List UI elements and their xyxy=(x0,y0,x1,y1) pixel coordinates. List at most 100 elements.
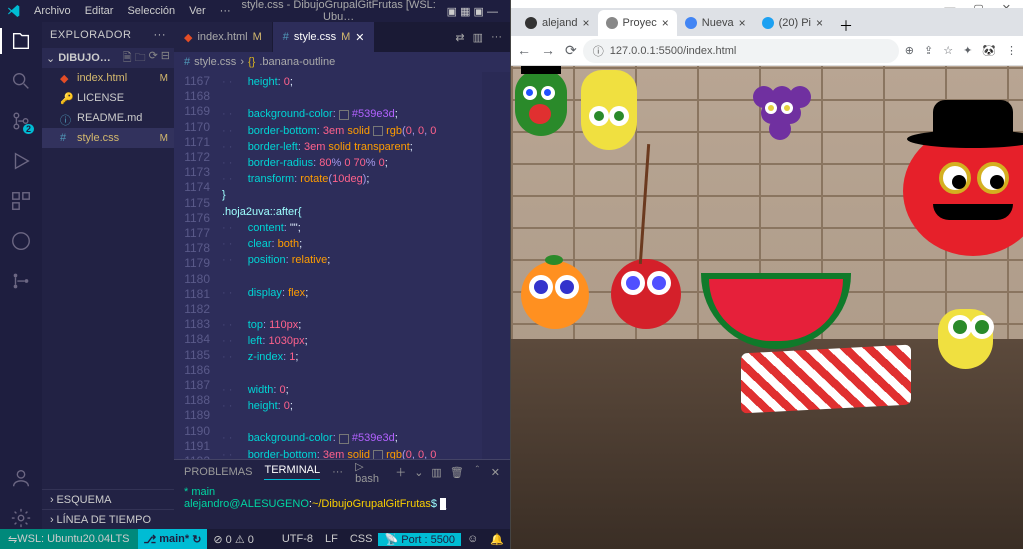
extensions-icon[interactable]: ✦ xyxy=(963,44,972,57)
split-icon[interactable]: ▥ xyxy=(473,31,483,44)
explorer-more-icon[interactable]: ··· xyxy=(154,29,167,41)
file-index-html[interactable]: ◆index.htmlM xyxy=(42,68,174,88)
remote-icon[interactable] xyxy=(10,230,32,252)
new-terminal-icon[interactable]: ＋ xyxy=(395,464,406,480)
kill-terminal-icon[interactable]: 🗑 xyxy=(450,466,464,479)
close-tab-icon[interactable]: × xyxy=(739,16,746,30)
remote-status[interactable]: ⇋ WSL: Ubuntu20.04LTS xyxy=(0,529,138,549)
back-icon[interactable]: ← xyxy=(517,42,531,59)
terminal-body[interactable]: * main alejandro@ALESUGENO:~/DibujoGrupa… xyxy=(174,484,510,529)
accounts-icon[interactable] xyxy=(10,467,32,489)
branch-status[interactable]: ⎇ main* ↻ xyxy=(138,529,208,549)
compare-icon[interactable]: ⇄ xyxy=(455,31,464,44)
search-icon[interactable] xyxy=(10,70,32,92)
lang-status[interactable]: CSS xyxy=(344,533,379,546)
css-file-icon: # xyxy=(283,31,289,43)
split-terminal-icon[interactable]: ▥ xyxy=(431,466,441,479)
html-file-icon: ◆ xyxy=(184,31,192,44)
btab-2[interactable]: Proyec× xyxy=(598,10,677,36)
profile-icon[interactable]: 🐼 xyxy=(982,44,996,57)
minimap[interactable] xyxy=(482,72,510,459)
file-style-css[interactable]: #style.cssM xyxy=(42,128,174,148)
maximize-terminal-icon[interactable]: ＾ xyxy=(472,464,483,480)
close-tab-icon[interactable]: × xyxy=(582,16,589,30)
explorer-icon[interactable] xyxy=(10,30,32,52)
git-graph-icon[interactable] xyxy=(10,270,32,292)
file-license[interactable]: 🔑LICENSE xyxy=(42,88,174,108)
tab-more[interactable]: ··· xyxy=(332,466,343,478)
menu-more[interactable]: ··· xyxy=(214,3,237,19)
notifications-icon[interactable]: 🔔 xyxy=(484,533,510,546)
problems-status[interactable]: ⊘ 0 ⚠ 0 xyxy=(207,533,260,546)
close-tab-icon[interactable]: ✕ xyxy=(355,31,364,44)
forward-icon[interactable]: → xyxy=(541,42,555,59)
browser-tabs: alejand× Proyec× Nueva× (20) Pi× ＋ xyxy=(511,8,1023,36)
chevron-down-icon: ⌄ xyxy=(46,52,55,65)
tab-terminal[interactable]: TERMINAL xyxy=(264,464,320,480)
symbol-icon: {} xyxy=(248,56,255,68)
btab-1[interactable]: alejand× xyxy=(517,10,598,36)
chrome-favicon-icon xyxy=(685,17,697,29)
btab-3[interactable]: Nueva× xyxy=(677,10,754,36)
liveserver-status[interactable]: 📡 Port : 5500 xyxy=(378,533,461,546)
more-icon[interactable]: ··· xyxy=(491,31,502,43)
collapse-icon[interactable]: ⊟ xyxy=(161,49,170,68)
explorer-header: EXPLORADOR··· xyxy=(42,22,174,48)
menu-ver[interactable]: Ver xyxy=(183,3,212,19)
feedback-icon[interactable]: ☺ xyxy=(461,533,484,546)
run-debug-icon[interactable] xyxy=(10,150,32,172)
eol-status[interactable]: LF xyxy=(319,533,344,546)
outline-section[interactable]: › ESQUEMA xyxy=(42,489,174,509)
lemon-drawing xyxy=(938,309,993,369)
source-control-icon[interactable]: 2 xyxy=(10,110,32,132)
code-editor[interactable]: 1167 1168 1169 1170 1171 1172 1173 1174 … xyxy=(174,72,510,459)
menu-editar[interactable]: Editar xyxy=(79,3,120,19)
menu-seleccion[interactable]: Selección xyxy=(121,3,181,19)
address-bar[interactable]: ⓘ 127.0.0.1:5500/index.html xyxy=(583,39,899,63)
search-icon[interactable]: ⊕ xyxy=(905,44,914,57)
encoding-status[interactable]: UTF-8 xyxy=(276,533,319,546)
close-tab-icon[interactable]: × xyxy=(816,16,823,30)
tab-index-html[interactable]: ◆index.htmlM xyxy=(174,22,273,52)
btab-4[interactable]: (20) Pi× xyxy=(754,10,831,36)
window-title: style.css - DibujoGrupalGitFrutas [WSL: … xyxy=(239,0,439,23)
activity-bar: 2 xyxy=(0,22,42,529)
menu-icon[interactable]: ⋮ xyxy=(1006,44,1017,57)
settings-icon[interactable] xyxy=(10,507,32,529)
extensions-icon[interactable] xyxy=(10,190,32,212)
new-tab-icon[interactable]: ＋ xyxy=(831,16,861,36)
favicon-icon xyxy=(762,17,774,29)
breadcrumbs[interactable]: #style.css›{}.banana-outline xyxy=(174,52,510,72)
new-file-icon[interactable]: 🗎 xyxy=(123,49,132,68)
terminal-panel: PROBLEMAS TERMINAL ··· ▷ bash ＋ ⌄ ▥ 🗑 ＾ … xyxy=(174,459,510,529)
folder-header[interactable]: ⌄ DIBUJO… 🗎🗀⟳⊟ xyxy=(42,48,174,68)
tab-style-css[interactable]: #style.cssM✕ xyxy=(273,22,376,52)
file-readme[interactable]: ⓘREADME.md xyxy=(42,108,174,128)
layout-controls[interactable]: ▣ ▦ ▣ — xyxy=(441,5,504,18)
share-icon[interactable]: ⇪ xyxy=(924,44,933,57)
css-file-icon: # xyxy=(184,56,190,68)
menu-bar: Archivo Editar Selección Ver ··· style.c… xyxy=(0,0,510,22)
terminal-dropdown-icon[interactable]: ⌄ xyxy=(414,466,423,479)
chevron-right-icon: › xyxy=(50,494,54,506)
close-terminal-icon[interactable]: ✕ xyxy=(491,466,500,479)
tab-problemas[interactable]: PROBLEMAS xyxy=(184,466,252,478)
scm-badge: 2 xyxy=(23,124,34,134)
page-viewport xyxy=(511,66,1023,549)
menu-archivo[interactable]: Archivo xyxy=(28,3,77,19)
close-tab-icon[interactable]: × xyxy=(662,16,669,30)
shell-select[interactable]: ▷ bash xyxy=(355,460,387,485)
browser-window: — ▢ ✕ alejand× Proyec× Nueva× (20) Pi× ＋… xyxy=(510,0,1023,549)
site-info-icon[interactable]: ⓘ xyxy=(593,43,604,59)
refresh-icon[interactable]: ⟳ xyxy=(149,49,158,68)
bookmark-icon[interactable]: ☆ xyxy=(943,44,953,57)
code-content[interactable]: · · height: 0; · · background-color: #53… xyxy=(222,72,510,459)
vscode-logo-icon xyxy=(6,3,22,19)
editor-area: ◆index.htmlM #style.cssM✕ ⇄ ▥ ··· #style.c… xyxy=(174,22,510,529)
info-file-icon: ⓘ xyxy=(60,112,72,124)
new-folder-icon[interactable]: 🗀 xyxy=(135,49,146,68)
cherry-drawing xyxy=(611,259,681,329)
timeline-section[interactable]: › LÍNEA DE TIEMPO xyxy=(42,509,174,529)
reload-icon[interactable]: ⟳ xyxy=(565,42,577,59)
page-favicon-icon xyxy=(606,17,618,29)
